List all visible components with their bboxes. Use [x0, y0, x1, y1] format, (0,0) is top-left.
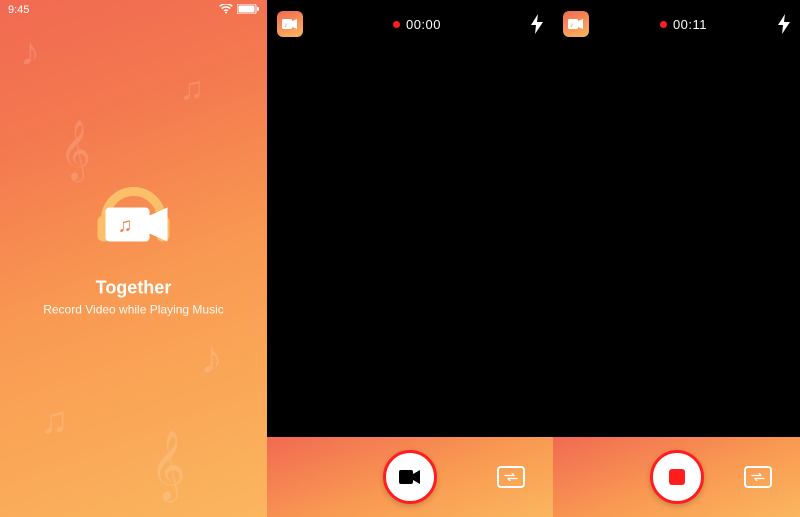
flip-camera-button[interactable] [744, 466, 772, 488]
swap-icon [751, 473, 765, 481]
flash-toggle[interactable] [778, 14, 790, 34]
recording-indicator: 00:00 [393, 17, 441, 32]
app-title: Together [10, 277, 257, 298]
stop-icon [669, 469, 685, 485]
recording-time: 00:00 [406, 17, 441, 32]
swap-icon [504, 473, 518, 481]
bottom-toolbar [267, 437, 553, 517]
stop-button[interactable] [650, 450, 704, 504]
splash-screen: ♪ ♫ 𝄞 ♪ ♫ 𝄞 9:45 [0, 0, 267, 517]
record-dot-icon [660, 21, 667, 28]
bottom-toolbar [553, 437, 800, 517]
svg-text:♪: ♪ [284, 22, 288, 29]
record-dot-icon [393, 21, 400, 28]
status-time: 9:45 [8, 4, 29, 16]
flash-toggle[interactable] [531, 14, 543, 34]
app-icon-button[interactable]: ♪ [277, 11, 303, 37]
app-logo-icon: ♫ [81, 179, 186, 259]
status-bar: 9:45 [0, 0, 267, 20]
svg-text:♪: ♪ [570, 22, 574, 29]
wifi-icon [219, 4, 233, 17]
app-subtitle: Record Video while Playing Music [10, 302, 257, 316]
camera-screen-recording: ♪ 00:11 [553, 0, 800, 517]
record-button[interactable] [383, 450, 437, 504]
flip-camera-button[interactable] [497, 466, 525, 488]
flash-icon [778, 14, 790, 34]
video-camera-icon [399, 469, 421, 485]
recording-indicator: 00:11 [660, 17, 707, 32]
app-icon-button[interactable]: ♪ [563, 11, 589, 37]
flash-icon [531, 14, 543, 34]
camera-screen-idle: ♪ 00:00 [267, 0, 553, 517]
battery-icon [237, 4, 259, 17]
svg-text:♫: ♫ [117, 214, 132, 236]
recording-time: 00:11 [673, 17, 707, 32]
